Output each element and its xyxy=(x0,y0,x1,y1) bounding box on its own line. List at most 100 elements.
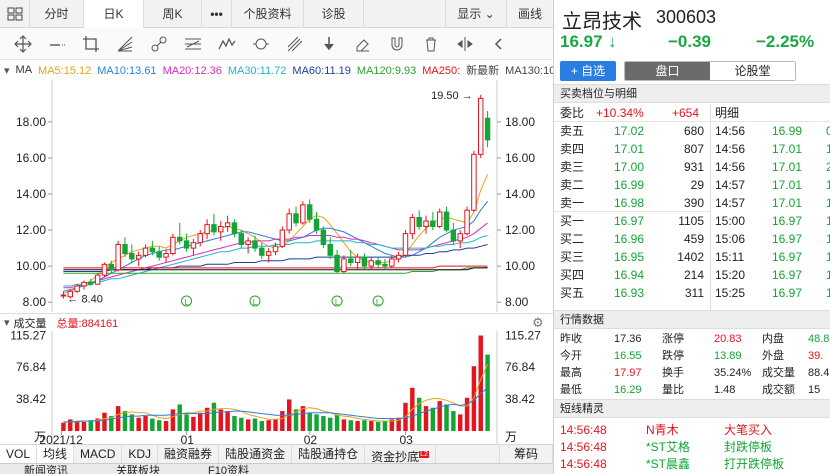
tab-diagnose[interactable]: 诊股 xyxy=(304,0,364,28)
candle-body[interactable] xyxy=(361,256,368,267)
ma-label[interactable]: MA xyxy=(16,64,33,76)
crop-tool[interactable] xyxy=(74,29,108,59)
volume-bar[interactable] xyxy=(184,414,189,431)
indicator-kdj[interactable]: KDJ xyxy=(122,445,159,464)
collapse-toolbar[interactable] xyxy=(482,29,516,59)
more-periods-button[interactable]: ••• xyxy=(202,0,232,28)
delete-tool[interactable] xyxy=(414,29,448,59)
candle-body[interactable] xyxy=(478,97,484,155)
indicator-northbound-flow[interactable]: 陆股通资金 xyxy=(219,445,293,464)
fan-tool[interactable] xyxy=(108,29,142,59)
indicator-vol[interactable]: VOL xyxy=(0,445,38,464)
candle-body[interactable] xyxy=(464,209,470,235)
sprite-row[interactable]: 14:56:48 *ST晨鑫 打开跌停板 xyxy=(554,456,830,473)
candle-body[interactable] xyxy=(313,218,320,231)
bottom-tab-f10[interactable]: F10资料 xyxy=(184,464,273,474)
volume-bar[interactable] xyxy=(198,412,203,431)
magnet-tool[interactable] xyxy=(380,29,414,59)
candle-body[interactable] xyxy=(306,204,313,220)
volume-bar[interactable] xyxy=(430,407,436,431)
tab-daily-k[interactable]: 日K xyxy=(84,0,144,28)
volume-bar[interactable] xyxy=(348,420,353,431)
indicator-northbound-hold[interactable]: 陆股通持仓 xyxy=(292,445,366,464)
volume-bar[interactable] xyxy=(259,421,265,431)
volume-bar[interactable] xyxy=(74,421,80,431)
volume-bar[interactable] xyxy=(143,416,148,431)
volume-bar[interactable] xyxy=(451,411,456,431)
candle-body[interactable] xyxy=(382,263,388,267)
volume-bar[interactable] xyxy=(218,409,223,431)
candle-body[interactable] xyxy=(423,220,429,227)
volume-bar[interactable] xyxy=(457,414,463,431)
volume-bar[interactable] xyxy=(68,419,73,431)
eraser-tool[interactable] xyxy=(346,29,380,59)
candle-body[interactable] xyxy=(436,211,443,227)
candle-body[interactable] xyxy=(74,285,80,292)
volume-bar[interactable] xyxy=(334,414,340,431)
volume-bar[interactable] xyxy=(328,417,333,431)
sprite-row[interactable]: 14:56:48 N青木 大笔买入 xyxy=(554,422,830,439)
candle-body[interactable] xyxy=(204,224,210,235)
candle-body[interactable] xyxy=(108,263,115,271)
sidebar-toggle[interactable] xyxy=(0,0,30,28)
volume-bar[interactable] xyxy=(362,420,367,431)
draw-line-button[interactable]: 画线 xyxy=(507,0,553,28)
candle-body[interactable] xyxy=(142,247,149,256)
candle-body[interactable] xyxy=(224,222,231,227)
candle-body[interactable] xyxy=(259,247,265,256)
candle-body[interactable] xyxy=(395,254,402,260)
arrow-tool[interactable] xyxy=(312,29,346,59)
candle-body[interactable] xyxy=(81,281,87,287)
bottom-tab-news[interactable]: 新闻资讯 xyxy=(0,464,92,474)
candle-body[interactable] xyxy=(402,233,409,256)
tab-weekly-k[interactable]: 周K xyxy=(144,0,202,28)
candle-body[interactable] xyxy=(484,117,491,141)
volume-bar[interactable] xyxy=(232,416,237,431)
volume-bar[interactable] xyxy=(382,421,388,431)
volume-bar[interactable] xyxy=(245,419,251,431)
volume-bar[interactable] xyxy=(266,420,271,431)
volume-bar[interactable] xyxy=(61,422,66,431)
volume-bar[interactable] xyxy=(307,412,312,431)
link-tool[interactable] xyxy=(142,29,176,59)
legend-chevron-icon[interactable]: ▾ xyxy=(4,64,10,77)
candle-body[interactable] xyxy=(457,233,463,242)
candle-body[interactable] xyxy=(375,260,381,265)
volume-bar[interactable] xyxy=(156,420,162,431)
ask-row[interactable]: 卖四 17.01 807 xyxy=(554,140,710,158)
candle-body[interactable] xyxy=(170,236,176,255)
volume-bar[interactable] xyxy=(423,406,429,431)
bid-row[interactable]: 买四 16.94 214 xyxy=(554,266,710,284)
volume-bar[interactable] xyxy=(163,421,169,431)
indicator-margin[interactable]: 融资融券 xyxy=(158,445,220,464)
volume-chevron-icon[interactable]: ▾ xyxy=(4,316,10,329)
ask-row[interactable]: 卖五 17.02 680 xyxy=(554,122,710,140)
candle-body[interactable] xyxy=(389,258,395,267)
candle-body[interactable] xyxy=(211,224,217,233)
indicator-ma[interactable]: 均线 xyxy=(37,445,75,464)
volume-bar[interactable] xyxy=(136,417,141,431)
gann-tool[interactable] xyxy=(278,29,312,59)
candle-body[interactable] xyxy=(190,242,197,249)
bid-row[interactable]: 买二 16.96 459 xyxy=(554,230,710,248)
candle-body[interactable] xyxy=(176,236,183,242)
candle-body[interactable] xyxy=(327,243,333,256)
candle-body[interactable] xyxy=(450,229,457,242)
volume-bar[interactable] xyxy=(369,421,374,431)
tab-intraday[interactable]: 分时 xyxy=(30,0,84,28)
volume-bar[interactable] xyxy=(252,418,258,431)
volume-bar[interactable] xyxy=(102,412,107,431)
volume-bar[interactable] xyxy=(191,416,196,431)
candle-body[interactable] xyxy=(156,251,162,258)
candle-body[interactable] xyxy=(115,243,121,271)
candle-body[interactable] xyxy=(409,216,416,235)
volume-bar[interactable] xyxy=(81,421,87,431)
volume-bar[interactable] xyxy=(211,402,217,431)
candle-body[interactable] xyxy=(60,294,67,297)
indicator-macd[interactable]: MACD xyxy=(74,445,123,464)
wave-tool[interactable] xyxy=(210,29,244,59)
volume-bar[interactable] xyxy=(444,404,449,431)
bid-row[interactable]: 买一 16.97 1105 xyxy=(554,212,710,230)
candle-body[interactable] xyxy=(334,254,340,273)
candle-body[interactable] xyxy=(163,253,169,258)
